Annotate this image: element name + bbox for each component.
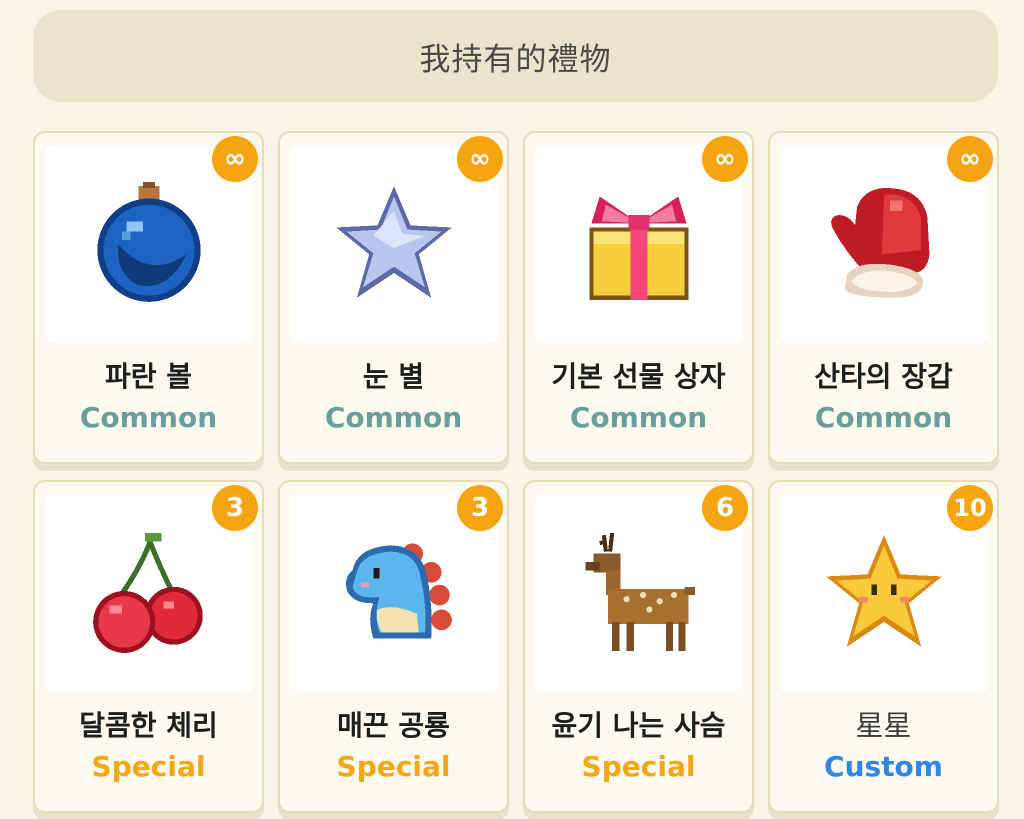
gift-rarity: Special [581, 750, 696, 783]
quantity-badge: ∞ [457, 136, 503, 182]
gift-rarity: Special [91, 750, 206, 783]
gift-card-dinosaur[interactable]: 3 매끈 공룡 Special [278, 480, 509, 813]
gift-card-deer[interactable]: 6 윤기 나는 사슴 Special [523, 480, 754, 813]
gift-rarity: Common [814, 401, 953, 434]
blue-ornament-ball-icon [97, 182, 201, 302]
cherry-icon [93, 533, 203, 653]
gift-rarity: Common [324, 401, 463, 434]
deer-icon [585, 532, 695, 651]
gift-rarity: Special [336, 750, 451, 783]
quantity-badge: 6 [702, 485, 748, 531]
quantity-badge: ∞ [702, 136, 748, 182]
quantity-badge: ∞ [212, 136, 258, 182]
gift-card-gift-box[interactable]: ∞ 기본 선물 상자 Common [523, 131, 754, 464]
dinosaur-icon [346, 543, 452, 639]
snow-star-icon [336, 186, 452, 298]
gift-box-icon [589, 196, 689, 300]
page-title: 我持有的禮物 [419, 41, 612, 78]
gift-name: 윤기 나는 사슴 [551, 709, 726, 742]
gift-card-santa-mitten[interactable]: ∞ 산타의 장갑 Common [768, 131, 999, 464]
gift-name: 매끈 공룡 [337, 709, 450, 742]
gift-name: 星星 [855, 709, 912, 742]
gift-rarity: Custom [824, 750, 943, 783]
yellow-star-icon [826, 535, 942, 647]
gift-rarity: Common [569, 401, 708, 434]
santa-mitten-icon [831, 188, 930, 298]
gift-card-cherry[interactable]: 3 달콤한 체리 Special [33, 480, 264, 813]
page-header: 我持有的禮物 [33, 10, 998, 102]
gift-grid: ∞ 파란 볼 Common ∞ 눈 별 Common ∞ 기본 선물 상자 Co… [33, 131, 999, 813]
quantity-badge: 3 [212, 485, 258, 531]
quantity-badge: 10 [947, 485, 993, 531]
gift-name: 눈 별 [362, 360, 425, 393]
gift-name: 파란 볼 [104, 360, 193, 393]
gift-rarity: Common [79, 401, 218, 434]
gift-card-blue-ball[interactable]: ∞ 파란 볼 Common [33, 131, 264, 464]
gift-name: 달콤한 체리 [79, 709, 218, 742]
gift-name: 산타의 장갑 [814, 360, 953, 393]
gift-name: 기본 선물 상자 [551, 360, 726, 393]
quantity-badge: ∞ [947, 136, 993, 182]
gift-card-snow-star[interactable]: ∞ 눈 별 Common [278, 131, 509, 464]
quantity-badge: 3 [457, 485, 503, 531]
gift-card-yellow-star[interactable]: 10 星星 Custom [768, 480, 999, 813]
